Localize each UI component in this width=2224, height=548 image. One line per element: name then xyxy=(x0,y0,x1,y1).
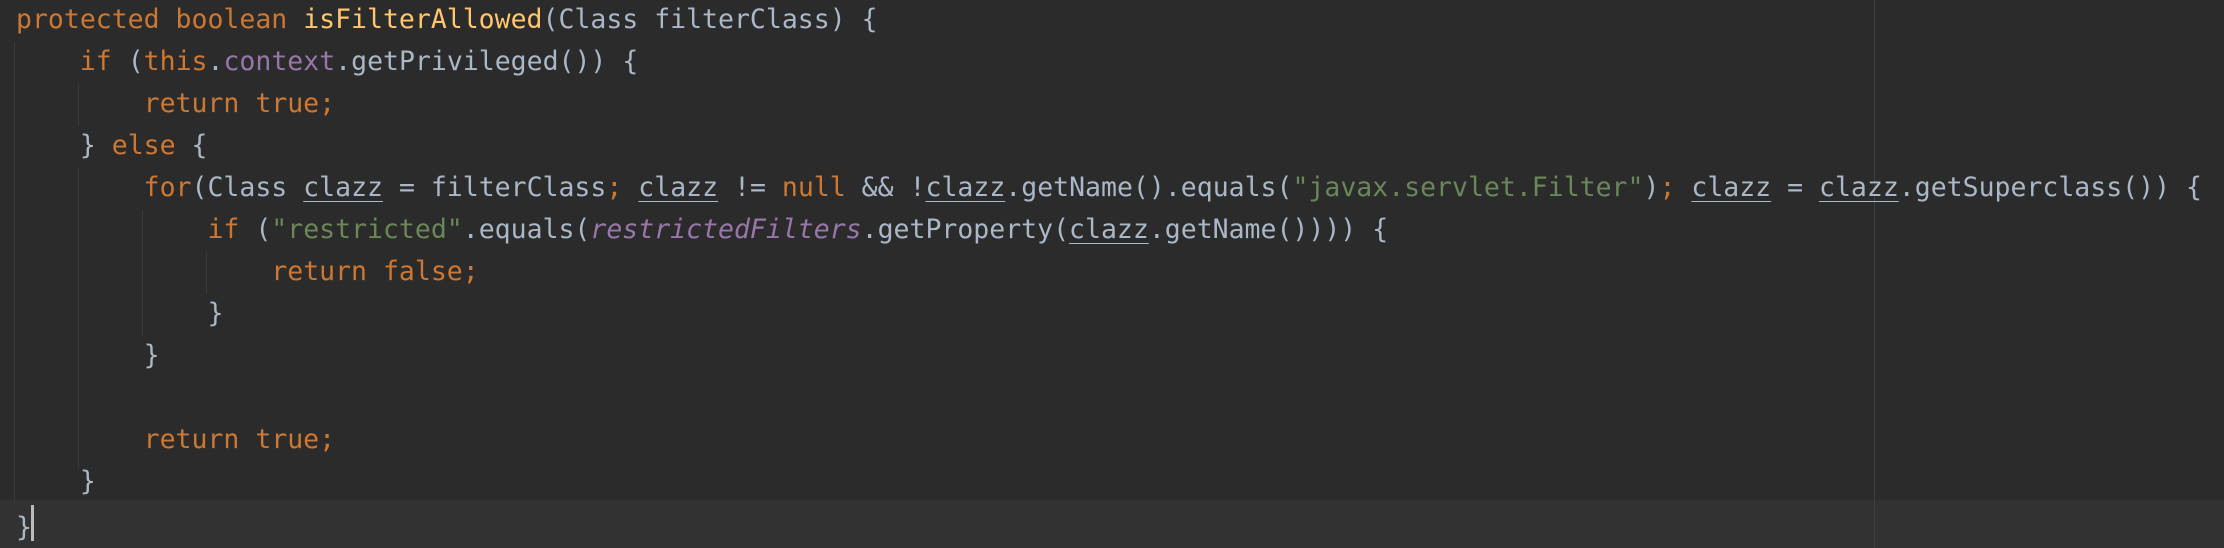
code-token: } xyxy=(16,340,160,371)
code-token: .getPrivileged()) { xyxy=(335,46,639,77)
code-token: && ! xyxy=(861,172,926,203)
code-token: for xyxy=(143,172,192,203)
code-token: .getProperty( xyxy=(861,214,1070,245)
current-line-highlight xyxy=(0,500,2224,548)
code-token: (Class filterClass) { xyxy=(542,4,878,35)
code-token: clazz xyxy=(925,172,1006,203)
code-token: if xyxy=(207,214,256,245)
code-token: . xyxy=(207,46,224,77)
code-token: return true; xyxy=(143,88,336,119)
code-line-text: } xyxy=(16,293,223,335)
code-line-text: } xyxy=(16,507,32,548)
code-token: } xyxy=(16,466,96,497)
code-token: if xyxy=(79,46,128,77)
code-token: ; xyxy=(606,172,639,203)
code-token: .getSuperclass()) { xyxy=(1898,172,2202,203)
code-token: clazz xyxy=(1069,214,1149,245)
code-line-text: return true; xyxy=(16,419,335,461)
code-token: context xyxy=(223,46,336,77)
code-token: else xyxy=(111,130,192,161)
code-token: ) xyxy=(1643,172,1660,203)
indent-guide xyxy=(14,42,15,502)
code-line-text: return false; xyxy=(16,251,479,293)
code-token: restrictedFilters xyxy=(590,214,862,245)
code-token: ; xyxy=(1659,172,1692,203)
code-line-text: } xyxy=(16,461,96,503)
code-editor[interactable]: protected boolean isFilterAllowed(Class … xyxy=(0,0,2224,548)
code-token: clazz xyxy=(638,172,719,203)
text-caret xyxy=(31,505,34,541)
code-token: return false; xyxy=(271,256,479,287)
code-line-text: protected boolean isFilterAllowed(Class … xyxy=(16,0,878,41)
code-line-text: if (this.context.getPrivileged()) { xyxy=(16,41,638,83)
code-token: isFilterAllowed xyxy=(303,4,543,35)
code-line-text: } else { xyxy=(16,125,208,167)
code-token: { xyxy=(191,130,208,161)
code-line-text: if ("restricted".equals(restrictedFilter… xyxy=(16,209,1388,251)
code-token: "restricted" xyxy=(271,214,463,245)
code-token: "javax.servlet.Filter" xyxy=(1292,172,1644,203)
code-token: } xyxy=(16,298,224,329)
code-token: clazz xyxy=(1819,172,1899,203)
code-token: clazz xyxy=(1691,172,1772,203)
code-token: .getName().equals( xyxy=(1005,172,1293,203)
code-token: } xyxy=(16,512,32,543)
code-token: .getName()))) { xyxy=(1148,214,1389,245)
code-token: (Class xyxy=(191,172,304,203)
right-margin-guide xyxy=(1874,0,1875,548)
code-line-text: } xyxy=(16,335,160,377)
code-token: ( xyxy=(255,214,272,245)
code-token: != xyxy=(718,172,782,203)
code-token: } xyxy=(16,130,112,161)
code-token: return true; xyxy=(143,424,336,455)
code-token: this xyxy=(143,46,208,77)
code-token: protected boolean xyxy=(16,4,304,35)
code-token: = filterClass xyxy=(382,172,607,203)
code-token: .equals( xyxy=(462,214,591,245)
code-line-text: for(Class clazz = filterClass; clazz != … xyxy=(16,167,2202,209)
code-token: clazz xyxy=(303,172,383,203)
code-token: null xyxy=(781,172,862,203)
code-token: = xyxy=(1771,172,1820,203)
code-token: ( xyxy=(127,46,144,77)
code-line-text: return true; xyxy=(16,83,335,125)
